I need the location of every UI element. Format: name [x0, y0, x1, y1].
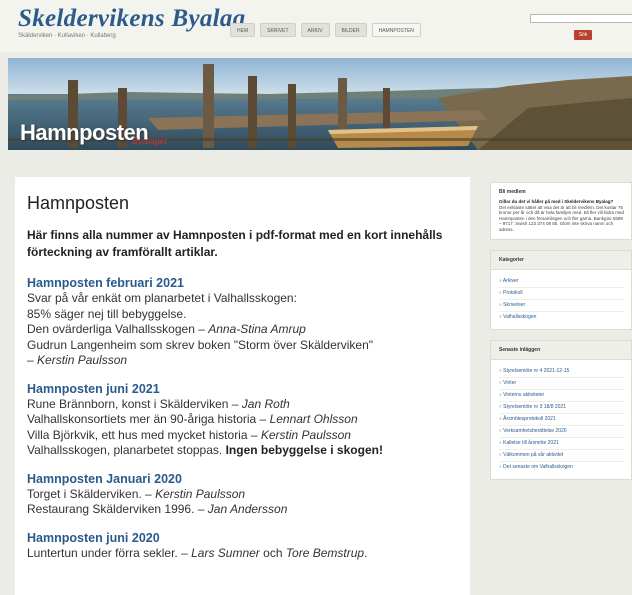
article-author: Jan Andersson — [207, 502, 288, 516]
search-input[interactable] — [530, 14, 632, 23]
article-author: Kerstin Paulsson — [155, 486, 246, 501]
member-text: Det enklaste sättet att visa det är att … — [499, 204, 625, 232]
issue-jun-2021: Hamnposten juni 2021 Rune Brännborn, kon… — [27, 381, 470, 459]
search-button[interactable]: Sök — [574, 30, 592, 40]
categories-title: Kategorier — [491, 250, 631, 270]
article-line: Villa Björkvik, ett hus med mycket histo… — [27, 427, 351, 442]
issue-jan-2020: Hamnposten Januari 2020 Torget i Skälder… — [27, 471, 470, 518]
banner-title: Hamnposten — [20, 120, 149, 145]
recent-post-link[interactable]: Vinterns aktiviteter — [499, 390, 625, 402]
article-author: Jan Roth — [241, 396, 290, 411]
nav-tab-arkiv[interactable]: ARKIV — [300, 23, 330, 37]
recent-post-link[interactable]: Verksamhetsberättelse 2020 — [499, 426, 625, 438]
issue-link[interactable]: Hamnposten Januari 2020 — [27, 471, 470, 487]
article-line: Valhallsskogen, planarbetet stoppas. Ing… — [27, 443, 383, 457]
recent-post-link[interactable]: Det senaste om Valhallsskogen — [499, 462, 625, 473]
recent-posts-list: Styrelsemöte nr 4 2021-12-15 Vinter Vint… — [499, 366, 625, 473]
site-logo[interactable]: Skeldervikens Byalag Skälderviken · Kull… — [18, 6, 246, 40]
article-emphasis: Ingen bebyggelse i skogen! — [225, 443, 383, 457]
issue-link[interactable]: Hamnposten juni 2020 — [27, 530, 470, 546]
issue-feb-2021: Hamnposten februari 2021 Svar på vår enk… — [27, 275, 470, 369]
article-line: Luntertun under förra sekler. – Lars Sum… — [27, 545, 368, 560]
article-author: Kerstin Paulsson — [260, 427, 351, 442]
article-line: Valhallskonsortiets mer än 90-åriga hist… — [27, 412, 358, 426]
recent-post-link[interactable]: Styrelsemöte nr 3 18/8 2021 — [499, 402, 625, 414]
main-nav: HEM SKRIVET ARKIV BILDER HAMNPOSTEN — [230, 23, 421, 37]
site-subtitle: Skälderviken · Kullaviken · Kullaberg — [18, 33, 116, 39]
categories-widget: Kategorier Arkiver Protokoll Skrivelser … — [490, 249, 632, 330]
member-question: Gillar du det vi håller på med i Skelder… — [499, 199, 614, 204]
nav-tab-hem[interactable]: HEM — [230, 23, 256, 37]
category-link[interactable]: Skrivelser — [499, 300, 625, 312]
page-title: Hamnposten — [27, 193, 130, 213]
categories-list: Arkiver Protokoll Skrivelser Valhallssko… — [499, 276, 625, 323]
issue-jun-2020: Hamnposten juni 2020 Luntertun under för… — [27, 530, 470, 562]
article-line: Rune Brännborn, konst i Skälderviken – J… — [27, 396, 290, 411]
issue-link[interactable]: Hamnposten juni 2021 — [27, 381, 470, 397]
article-line: – Kerstin Paulsson — [27, 353, 128, 367]
recent-post-link[interactable]: Kallelse till årsmöte 2021 — [499, 438, 625, 450]
article-author: Lennart Ohlsson — [269, 412, 358, 426]
article-line: 85% säger nej till bebyggelse. — [27, 306, 187, 321]
header-banner: Hamnposten Byalaget — [8, 58, 632, 150]
article-line: Torget i Skälderviken. – Kerstin Paulsso… — [27, 486, 246, 501]
issue-link[interactable]: Hamnposten februari 2021 — [27, 275, 470, 291]
article-line: Restaurang Skälderviken 1996. – Jan Ande… — [27, 502, 288, 516]
article-line: Den ovärderliga Valhallsskogen – Anna-St… — [27, 322, 306, 336]
page-intro: Här finns alla nummer av Hamnposten i pd… — [27, 228, 443, 259]
nav-tab-hamnposten[interactable]: HAMNPOSTEN — [371, 23, 421, 37]
member-widget: Bli medlem Gillar du det vi håller på me… — [490, 182, 632, 240]
sidebar: Bli medlem Gillar du det vi håller på me… — [490, 182, 632, 490]
recent-post-link[interactable]: Välkommen på vår aktivitet — [499, 450, 625, 462]
banner-subtitle: Byalaget — [132, 136, 168, 146]
article-author: Tore Bemstrup — [285, 545, 365, 560]
recent-post-link[interactable]: Vinter — [499, 378, 625, 390]
recent-posts-widget: Senaste inläggen Styrelsemöte nr 4 2021-… — [490, 339, 632, 480]
category-link[interactable]: Arkiver — [499, 276, 625, 288]
recent-post-link[interactable]: Styrelsemöte nr 4 2021-12-15 — [499, 366, 625, 378]
nav-tab-skrivet[interactable]: SKRIVET — [260, 23, 296, 37]
article-line: Gudrun Langenheim som skrev boken "Storm… — [27, 337, 374, 352]
nav-tab-bilder[interactable]: BILDER — [334, 23, 367, 37]
article-line: Svar på vår enkät om planarbetet i Valha… — [27, 291, 297, 305]
recent-posts-title: Senaste inläggen — [491, 340, 631, 360]
category-link[interactable]: Protokoll — [499, 288, 625, 300]
article-author: Kerstin Paulsson — [37, 353, 128, 367]
member-title: Bli medlem — [499, 189, 526, 195]
article-author: Lars Sumner — [191, 545, 260, 560]
site-header: Skeldervikens Byalag Skälderviken · Kull… — [0, 0, 632, 52]
site-title[interactable]: Skeldervikens Byalag — [18, 6, 246, 32]
recent-post-link[interactable]: Årsmötesprotokoll 2021 — [499, 414, 625, 426]
main-content: Hamnposten Här finns alla nummer av Hamn… — [15, 177, 470, 595]
article-author: Anna-Stina Amrup — [208, 322, 306, 336]
category-link[interactable]: Valhallsskogen — [499, 312, 625, 323]
